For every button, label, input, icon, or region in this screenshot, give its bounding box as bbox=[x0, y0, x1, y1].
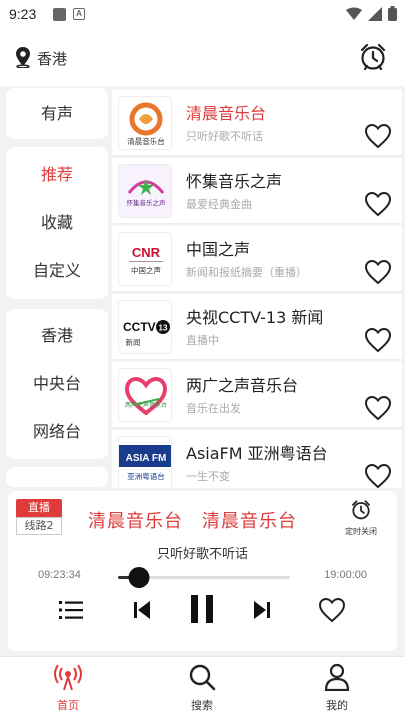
station-desc: 新闻和报纸摘要（重播） bbox=[186, 266, 307, 279]
category-group-region: 香港 中央台 网络台 bbox=[6, 309, 108, 459]
now-playing-subtitle: 只听好歌不听话 bbox=[156, 547, 248, 562]
station-desc: 一生不变 bbox=[186, 470, 230, 483]
station-row[interactable]: CCTV 13 新闻 央视CCTV-13 新闻 直播中 bbox=[112, 294, 402, 360]
category-item-audio[interactable]: 有声 bbox=[6, 88, 108, 139]
favorite-heart-icon[interactable] bbox=[364, 123, 392, 153]
nav-home[interactable]: 首页 bbox=[28, 663, 108, 713]
category-item-central[interactable]: 中央台 bbox=[6, 360, 108, 408]
station-desc: 最爱经典金曲 bbox=[186, 198, 252, 211]
alarm-clock-icon[interactable] bbox=[359, 42, 387, 76]
current-time: 09:23:34 bbox=[38, 569, 81, 581]
station-logo: CCTV 13 新闻 bbox=[118, 300, 172, 354]
favorite-heart-icon[interactable] bbox=[364, 327, 392, 357]
category-group-more bbox=[6, 467, 108, 487]
favorite-heart-icon[interactable] bbox=[364, 395, 392, 425]
category-item-hongkong[interactable]: 香港 bbox=[6, 312, 108, 360]
nav-profile-label: 我的 bbox=[326, 699, 348, 712]
live-badge: 直播 bbox=[16, 499, 62, 517]
category-item-internet[interactable]: 网络台 bbox=[6, 408, 108, 456]
end-time: 19:00:00 bbox=[324, 569, 367, 581]
favorite-heart-icon[interactable] bbox=[364, 191, 392, 221]
station-logo: ASIA FM 亚洲粤语台 bbox=[118, 436, 172, 488]
station-logo-sub: 亚洲粤语台 bbox=[127, 471, 165, 481]
wifi-icon bbox=[346, 7, 362, 20]
station-list[interactable]: 清晨音乐台 清晨音乐台 只听好歌不听话 怀集音乐之声 怀集音乐之声 最爱经典金曲… bbox=[112, 90, 402, 488]
station-logo-text: ASIA FM bbox=[126, 453, 167, 464]
station-logo-text: CNR bbox=[132, 245, 161, 260]
station-logo-text: 两广之声音乐台 bbox=[125, 401, 167, 409]
sleep-timer-button[interactable]: 定时关闭 bbox=[341, 499, 381, 537]
line-switch-button[interactable]: 线路2 bbox=[16, 517, 62, 535]
station-row[interactable]: CNR 中国之声 中国之声 新闻和报纸摘要（重播） bbox=[112, 226, 402, 292]
alarm-clock-icon bbox=[352, 500, 370, 520]
category-group-audio: 有声 bbox=[6, 88, 108, 139]
map-pin-icon[interactable] bbox=[14, 46, 32, 72]
station-name: AsiaFM 亚洲粤语台 bbox=[186, 444, 328, 463]
station-logo-sub: 新闻 bbox=[126, 337, 141, 347]
nav-search-label: 搜索 bbox=[191, 699, 213, 712]
station-logo-sub: 中国之声 bbox=[131, 265, 161, 275]
station-logo: CNR 中国之声 bbox=[118, 232, 172, 286]
category-group-main: 推荐 收藏 自定义 bbox=[6, 147, 108, 299]
nav-profile[interactable]: 我的 bbox=[297, 663, 377, 713]
station-logo-num: 13 bbox=[159, 324, 168, 333]
station-row[interactable]: 怀集音乐之声 怀集音乐之声 最爱经典金曲 bbox=[112, 158, 402, 224]
signal-icon bbox=[368, 6, 382, 21]
station-logo-text: CCTV bbox=[123, 320, 156, 334]
radio-tower-icon bbox=[54, 664, 82, 691]
nav-home-label: 首页 bbox=[57, 699, 79, 712]
station-name: 怀集音乐之声 bbox=[186, 172, 283, 191]
station-desc: 只听好歌不听话 bbox=[186, 130, 263, 143]
next-icon[interactable] bbox=[252, 597, 272, 627]
favorite-heart-icon[interactable] bbox=[364, 259, 392, 289]
station-logo: 怀集音乐之声 bbox=[118, 164, 172, 218]
progress-slider[interactable] bbox=[118, 567, 290, 588]
station-name: 央视CCTV-13 新闻 bbox=[186, 308, 324, 327]
station-desc: 直播中 bbox=[186, 334, 219, 347]
station-row[interactable]: 两广之声音乐台 两广之声音乐台 音乐在出发 bbox=[112, 362, 402, 428]
notification-a-icon: A bbox=[73, 8, 85, 20]
station-logo-text: 清晨音乐台 bbox=[127, 136, 165, 146]
station-row[interactable]: ASIA FM 亚洲粤语台 AsiaFM 亚洲粤语台 一生不变 bbox=[112, 430, 402, 488]
progress-knob[interactable] bbox=[128, 567, 150, 588]
favorite-heart-icon[interactable] bbox=[364, 463, 392, 488]
top-bar: 香港 bbox=[0, 30, 405, 86]
status-bar: 9:23 A bbox=[0, 0, 405, 30]
bottom-nav: 首页 搜索 我的 bbox=[0, 656, 405, 720]
category-item-recommend[interactable]: 推荐 bbox=[6, 151, 108, 199]
category-item-favorites[interactable]: 收藏 bbox=[6, 199, 108, 247]
player-panel: 直播 线路2 清晨音乐台 清晨音乐台 定时关闭 只听好歌不听话 09:23:34… bbox=[8, 491, 397, 651]
search-icon bbox=[189, 664, 216, 691]
now-playing-title: 清晨音乐台 清晨音乐台 bbox=[88, 511, 297, 532]
station-logo: 两广之声音乐台 bbox=[118, 368, 172, 422]
station-logo: 清晨音乐台 bbox=[118, 96, 172, 150]
location-label[interactable]: 香港 bbox=[37, 48, 67, 69]
playlist-icon[interactable] bbox=[58, 597, 84, 627]
previous-icon[interactable] bbox=[132, 597, 152, 627]
status-time: 9:23 bbox=[9, 6, 37, 22]
notification-icon bbox=[53, 8, 66, 21]
user-icon bbox=[324, 663, 350, 692]
nav-search[interactable]: 搜索 bbox=[162, 663, 242, 713]
pause-icon[interactable] bbox=[188, 593, 216, 629]
station-logo-text: 怀集音乐之声 bbox=[127, 198, 167, 207]
station-row[interactable]: 清晨音乐台 清晨音乐台 只听好歌不听话 bbox=[112, 90, 402, 156]
battery-icon bbox=[388, 6, 397, 21]
category-item-custom[interactable]: 自定义 bbox=[6, 247, 108, 295]
station-name: 清晨音乐台 bbox=[186, 104, 267, 123]
station-name: 两广之声音乐台 bbox=[186, 376, 299, 395]
sleep-timer-label: 定时关闭 bbox=[345, 527, 377, 536]
station-desc: 音乐在出发 bbox=[186, 402, 241, 415]
station-name: 中国之声 bbox=[186, 240, 251, 259]
favorite-heart-icon[interactable] bbox=[318, 597, 346, 627]
